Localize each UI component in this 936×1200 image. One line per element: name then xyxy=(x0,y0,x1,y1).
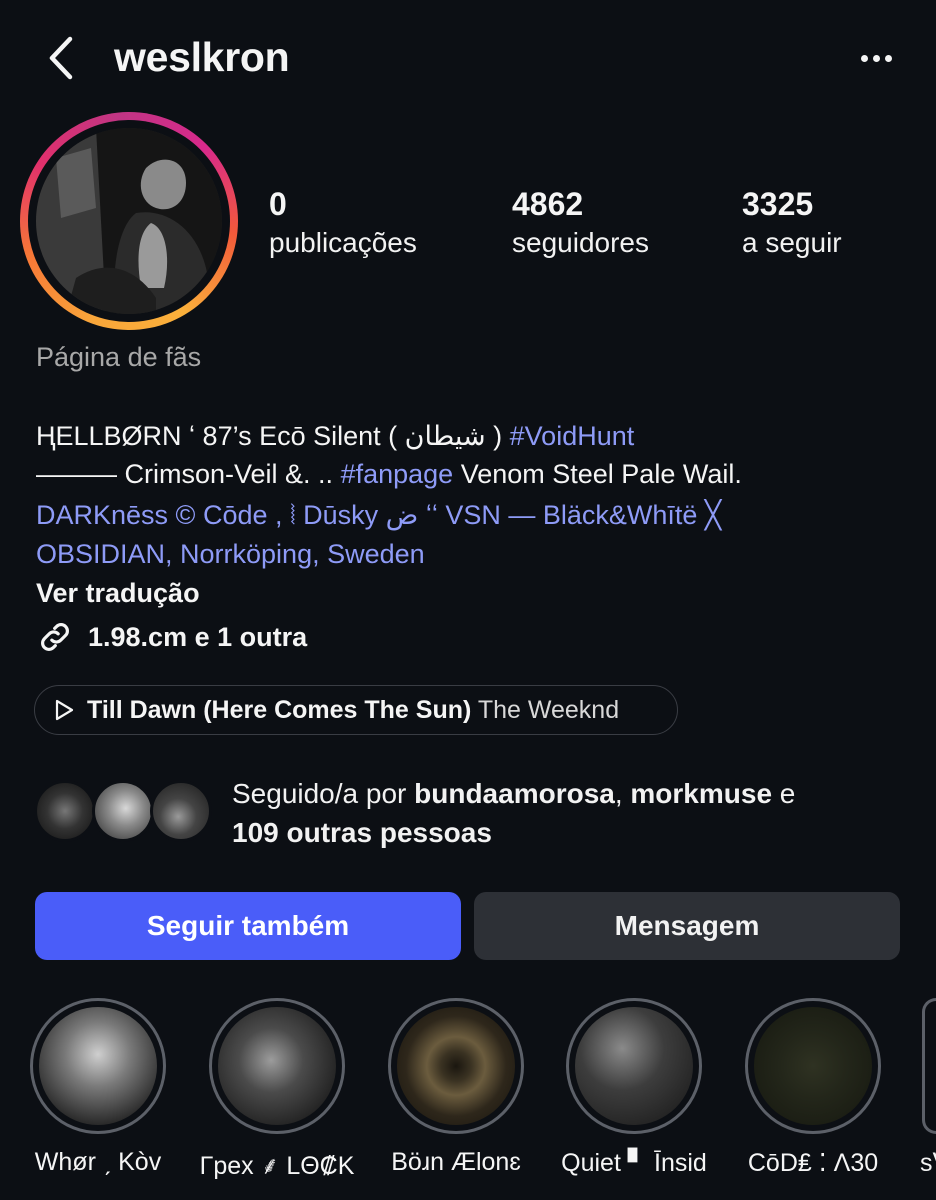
message-button[interactable]: Mensagem xyxy=(474,892,900,960)
highlight-6[interactable] xyxy=(922,998,936,1134)
followers-count: 4862 xyxy=(512,186,584,222)
highlight-1-label: Whør ˏ Kòv xyxy=(34,1148,162,1176)
highlight-2[interactable] xyxy=(209,998,345,1134)
follow-back-button[interactable]: Seguir também xyxy=(35,892,461,960)
followers-label: seguidores xyxy=(512,227,649,258)
mutual-user-2: morkmuse xyxy=(630,778,773,809)
hashtag-fanpage[interactable]: #fanpage xyxy=(341,459,454,489)
highlight-6-label: sᐯ xyxy=(920,1149,936,1177)
highlight-cover xyxy=(39,1007,157,1125)
bio-line-1: ⱧELLBØRN ʻ 87’s Ecō Silent ( شيطان ) #Vo… xyxy=(36,421,635,451)
mutual-avatar-1 xyxy=(34,780,96,842)
followed-by-text[interactable]: Seguido/a por bundaamorosa, morkmuse e 1… xyxy=(232,774,795,852)
bio-line-3: DARKnēss © Cōde , ⦚ Dūsky ض ʻʻ VSN — Blä… xyxy=(36,500,722,530)
highlight-4-label: Quiet ▘ Īnsid xyxy=(561,1149,707,1177)
back-button[interactable] xyxy=(36,30,86,86)
mutual-others: 109 outras pessoas xyxy=(232,817,492,848)
following-stat[interactable]: 3325 a seguir xyxy=(742,186,842,259)
more-options-button[interactable] xyxy=(852,40,900,76)
mutual-avatar-3 xyxy=(150,780,212,842)
play-icon xyxy=(55,699,74,721)
highlight-cover xyxy=(218,1007,336,1125)
following-label: a seguir xyxy=(742,227,842,258)
link-icon xyxy=(41,623,69,651)
highlight-3-label: Böɹn Ælonɛ xyxy=(391,1148,521,1176)
chevron-left-icon xyxy=(49,36,73,80)
highlight-5[interactable] xyxy=(745,998,881,1134)
posts-label: publicações xyxy=(269,227,417,258)
song-artist: The Weeknd xyxy=(477,695,620,724)
more-horizontal-icon xyxy=(860,54,868,62)
external-link-label: 1.98.cm e 1 outra xyxy=(88,621,308,652)
highlight-cover xyxy=(397,1007,515,1125)
bio-line-4: OBSIDIAN, Norrköping, Sweden xyxy=(36,539,425,569)
highlight-2-label: Γpex ⸙ LΘ₡K xyxy=(199,1152,355,1180)
posts-count: 0 xyxy=(269,186,287,222)
song-title: Till Dawn (Here Comes The Sun) xyxy=(87,695,472,724)
posts-stat: 0 publicações xyxy=(269,186,417,259)
bio-line-2: ——— Crimson-Veil &. .. #fanpage Venom St… xyxy=(36,459,742,489)
page-title: weslkron xyxy=(114,34,290,80)
see-translation-link[interactable]: Ver tradução xyxy=(36,578,200,609)
highlight-cover xyxy=(575,1007,693,1125)
hashtag-voidhunt[interactable]: #VoidHunt xyxy=(510,421,635,451)
highlight-4[interactable] xyxy=(566,998,702,1134)
avatar[interactable] xyxy=(36,128,222,314)
profile-music[interactable]: Till Dawn (Here Comes The Sun) The Weekn… xyxy=(34,685,678,735)
highlight-3[interactable] xyxy=(388,998,524,1134)
profile-category: Página de fãs xyxy=(36,342,202,372)
followers-stat[interactable]: 4862 seguidores xyxy=(512,186,649,259)
highlight-5-label: CōD₤ ⁚ Λ30 xyxy=(747,1149,879,1177)
mutual-user-1: bundaamorosa xyxy=(414,778,615,809)
highlight-1[interactable] xyxy=(30,998,166,1134)
following-count: 3325 xyxy=(742,186,814,222)
external-link[interactable]: 1.98.cm e 1 outra xyxy=(36,618,307,656)
highlight-cover xyxy=(754,1007,872,1125)
mutual-avatar-2 xyxy=(92,780,154,842)
